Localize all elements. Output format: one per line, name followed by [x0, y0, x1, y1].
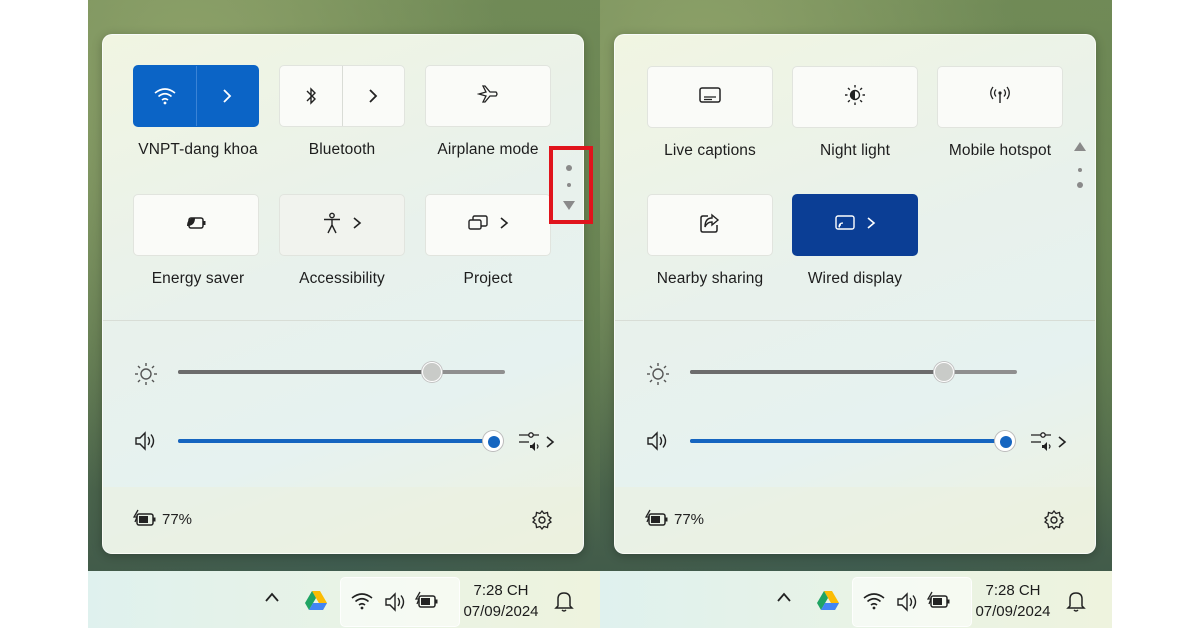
brightness-icon — [133, 361, 159, 387]
brightness-slider-thumb[interactable] — [422, 362, 442, 382]
settings-gear-icon[interactable] — [1043, 509, 1065, 531]
battery-percentage: 77% — [674, 511, 705, 528]
wifi-icon — [863, 592, 885, 610]
volume-slider-fill — [178, 439, 492, 443]
accessibility-chevron-right-icon[interactable] — [352, 215, 362, 235]
live-captions-tile-label: Live captions — [664, 142, 756, 159]
taskbar: 7:28 CH 07/09/2024 — [88, 571, 600, 628]
brightness-icon — [645, 361, 671, 387]
night-light-tile-label: Night light — [819, 142, 891, 159]
brightness-slider-thumb[interactable] — [934, 362, 954, 382]
live-captions-icon — [698, 86, 722, 109]
mobile-hotspot-tile[interactable] — [937, 66, 1063, 128]
volume-slider-track[interactable] — [690, 439, 1004, 443]
wired-display-chevron-right-icon[interactable] — [866, 215, 876, 235]
speaker-icon — [383, 591, 409, 613]
project-icon — [467, 214, 489, 237]
clock-time: 7:28 CH — [985, 582, 1041, 599]
quick-settings-screenshot-left: VNPT-dang khoa Bluetooth Airplane mode E… — [88, 0, 600, 628]
wired-display-tile[interactable] — [792, 194, 918, 256]
quick-settings-panel: VNPT-dang khoa Bluetooth Airplane mode E… — [102, 34, 584, 554]
wifi-tile-label: VNPT-dang khoa — [138, 141, 258, 158]
energy-saver-icon — [183, 214, 209, 237]
brightness-slider-fill — [178, 370, 432, 374]
volume-slider-track[interactable] — [178, 439, 492, 443]
nearby-sharing-tile-label: Nearby sharing — [656, 270, 764, 287]
bell-icon[interactable] — [554, 590, 574, 612]
battery-percentage: 77% — [162, 511, 193, 528]
energy-saver-tile[interactable] — [133, 194, 259, 256]
airplane-mode-tile[interactable] — [425, 65, 551, 127]
mobile-hotspot-tile-label: Mobile hotspot — [948, 142, 1052, 159]
nearby-sharing-tile[interactable] — [647, 194, 773, 256]
clock-date: 07/09/2024 — [975, 603, 1051, 620]
section-divider — [615, 320, 1095, 321]
chevron-up-icon[interactable] — [776, 591, 792, 603]
battery-charging-icon — [133, 509, 157, 529]
page-indicator-dot[interactable] — [1078, 168, 1082, 172]
project-tile-label: Project — [463, 270, 513, 287]
battery-charging-icon — [415, 591, 439, 611]
section-divider — [103, 320, 583, 321]
brightness-slider-fill — [690, 370, 944, 374]
wired-display-icon — [834, 214, 856, 237]
nearby-sharing-icon — [699, 212, 721, 239]
accessibility-icon — [322, 212, 342, 239]
project-chevron-right-icon[interactable] — [499, 215, 509, 235]
audio-output-icon[interactable] — [517, 431, 557, 453]
wifi-icon[interactable] — [134, 66, 196, 126]
accessibility-tile-label: Accessibility — [299, 270, 385, 287]
mobile-hotspot-icon — [988, 85, 1012, 110]
chevron-up-icon[interactable] — [264, 591, 280, 603]
bell-icon[interactable] — [1066, 590, 1086, 612]
bluetooth-chevron-right-icon[interactable] — [342, 66, 404, 126]
clock-date: 07/09/2024 — [463, 603, 539, 620]
volume-slider-thumb[interactable] — [483, 431, 503, 451]
wifi-icon — [351, 592, 373, 610]
volume-slider-fill — [690, 439, 1004, 443]
quick-settings-screenshot-right: Live captions Night light Mobile hotspot… — [600, 0, 1112, 628]
volume-slider-thumb[interactable] — [995, 431, 1015, 451]
panel-footer: 77% — [615, 487, 1095, 553]
energy-saver-tile-label: Energy saver — [151, 270, 245, 287]
battery-charging-icon — [645, 509, 669, 529]
airplane-icon — [476, 83, 499, 110]
speaker-icon[interactable] — [645, 430, 671, 452]
brightness-slider-track[interactable] — [178, 370, 505, 374]
speaker-icon[interactable] — [133, 430, 159, 452]
page-indicator-dot-active[interactable] — [1077, 182, 1083, 188]
wifi-chevron-right-icon[interactable] — [196, 66, 258, 126]
clock-time: 7:28 CH — [473, 582, 529, 599]
bluetooth-icon[interactable] — [280, 66, 342, 126]
accessibility-tile[interactable] — [279, 194, 405, 256]
taskbar: 7:28 CH 07/09/2024 — [600, 571, 1112, 628]
google-drive-icon[interactable] — [816, 589, 840, 611]
live-captions-tile[interactable] — [647, 66, 773, 128]
google-drive-icon[interactable] — [304, 589, 328, 611]
quick-settings-panel: Live captions Night light Mobile hotspot… — [614, 34, 1096, 554]
brightness-slider-track[interactable] — [690, 370, 1017, 374]
airplane-mode-tile-label: Airplane mode — [437, 141, 539, 158]
audio-output-icon[interactable] — [1029, 431, 1069, 453]
bluetooth-tile[interactable] — [279, 65, 405, 127]
project-tile[interactable] — [425, 194, 551, 256]
taskbar-clock[interactable]: 7:28 CH 07/09/2024 — [968, 580, 1058, 622]
wifi-tile[interactable] — [133, 65, 259, 127]
night-light-icon — [843, 83, 867, 112]
speaker-icon — [895, 591, 921, 613]
scroll-up-icon[interactable] — [1074, 142, 1086, 151]
system-tray-group[interactable] — [340, 577, 460, 627]
settings-gear-icon[interactable] — [531, 509, 553, 531]
scroll-indicator-highlight — [549, 146, 593, 224]
taskbar-clock[interactable]: 7:28 CH 07/09/2024 — [456, 580, 546, 622]
system-tray-group[interactable] — [852, 577, 972, 627]
bluetooth-tile-label: Bluetooth — [308, 141, 376, 158]
battery-charging-icon — [927, 591, 951, 611]
wired-display-tile-label: Wired display — [807, 270, 903, 287]
panel-footer: 77% — [103, 487, 583, 553]
night-light-tile[interactable] — [792, 66, 918, 128]
